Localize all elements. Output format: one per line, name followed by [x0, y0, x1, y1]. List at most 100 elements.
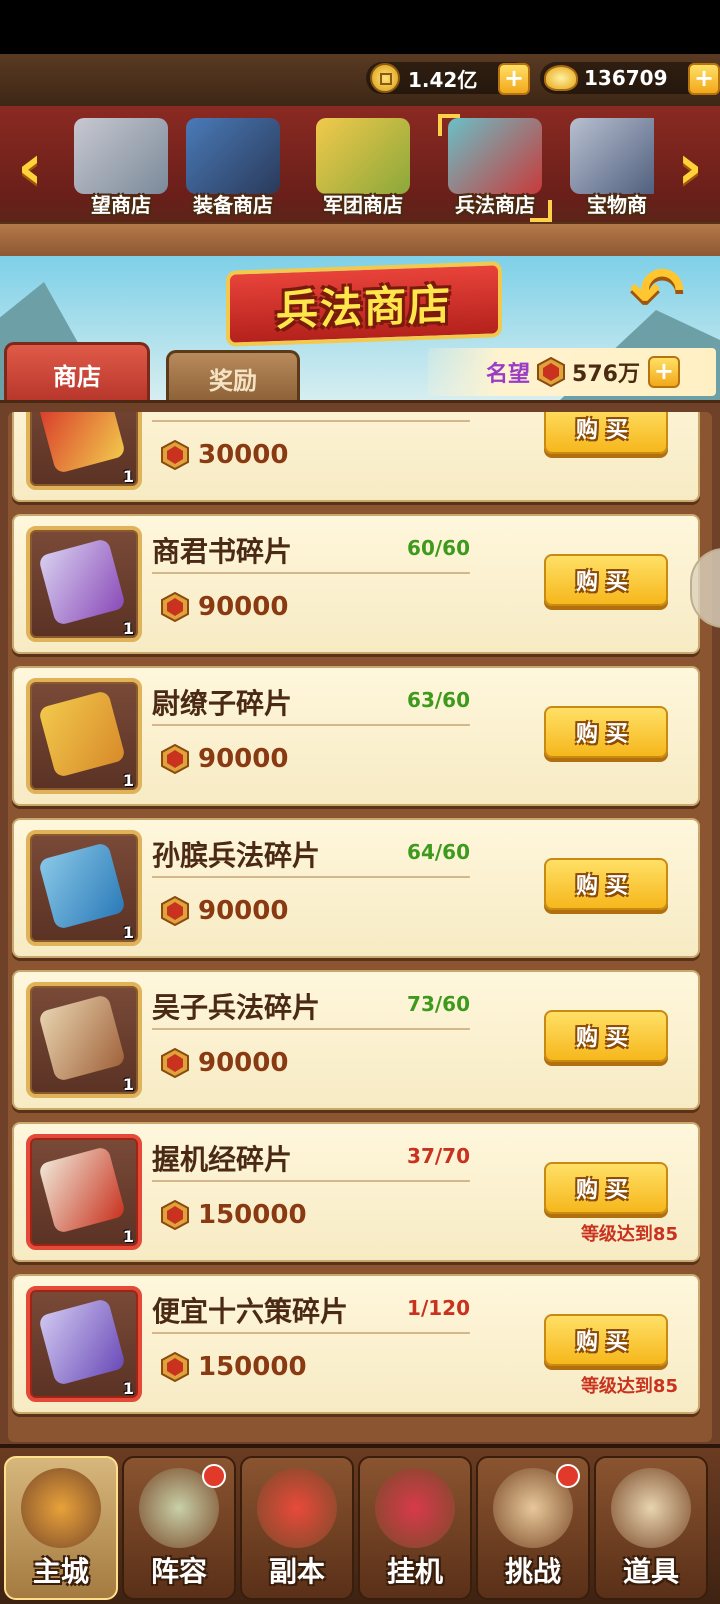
list-item: 1 吴子兵法碎片 73/60 90000 购买: [12, 970, 700, 1110]
item-icon[interactable]: 1: [26, 1134, 142, 1250]
item-quantity: 1: [122, 771, 134, 790]
shop-tab-label: 兵法商店: [455, 193, 535, 217]
notification-badge: [202, 1464, 226, 1488]
fame-star-icon: [161, 1352, 189, 1382]
buy-button[interactable]: 购买: [544, 706, 668, 758]
divider: [152, 724, 470, 726]
item-price: 150000: [198, 1200, 307, 1230]
scroll-icon: [37, 537, 127, 627]
item-price: 90000: [198, 896, 289, 926]
nav-items[interactable]: 道具: [594, 1456, 708, 1600]
shop-tab-label: 宝物商: [587, 193, 647, 217]
shop-tab-treasure[interactable]: 宝物商: [560, 114, 654, 222]
buy-button[interactable]: 购买: [544, 554, 668, 606]
scroll-icon: [37, 1145, 127, 1235]
buy-button[interactable]: 购买: [544, 412, 668, 454]
divider: [152, 876, 470, 878]
nav-idle[interactable]: 挂机: [358, 1456, 472, 1600]
list-item: 1 尉缭子碎片 63/60 90000 购买: [12, 666, 700, 806]
shop-tab-fame[interactable]: 望商店: [64, 114, 178, 222]
back-arrow-icon[interactable]: ↶: [618, 259, 696, 326]
nav-label: 道具: [622, 1555, 679, 1588]
item-stock-count: 37/70: [407, 1144, 470, 1168]
shop-tab-equipment[interactable]: 装备商店: [176, 114, 290, 222]
fame-star-icon: [161, 896, 189, 926]
item-icon[interactable]: 1: [26, 1286, 142, 1402]
scroll-bag-icon: [611, 1468, 691, 1548]
palace-icon: [21, 1468, 101, 1548]
item-price: 30000: [198, 440, 289, 470]
list-item: 1 便宜十六策碎片 1/120 150000 购买 等级达到85: [12, 1274, 700, 1414]
item-price: 90000: [198, 592, 289, 622]
item-stock-count: 63/60: [407, 688, 470, 712]
nav-challenge[interactable]: 挑战: [476, 1456, 590, 1600]
nav-label: 主城: [32, 1555, 89, 1588]
fame-value: 576万: [572, 362, 640, 387]
fame-star-icon: [161, 592, 189, 622]
nav-label: 挂机: [386, 1555, 443, 1588]
fame-star-icon: [161, 1048, 189, 1078]
item-stock-count: 64/60: [407, 840, 470, 864]
item-icon[interactable]: 1: [26, 678, 142, 794]
item-list[interactable]: 1 30000 购买 1 商君书碎片 60/60 90000 购买 1 尉缭子碎片 63/60 900…: [8, 412, 712, 1442]
item-price: 90000: [198, 1048, 289, 1078]
buy-button[interactable]: 购买: [544, 1010, 668, 1062]
item-stock-count: 60/60: [407, 536, 470, 560]
tab-reward[interactable]: 奖励: [166, 350, 300, 403]
item-stock-count: 73/60: [407, 992, 470, 1016]
item-price: 90000: [198, 744, 289, 774]
item-quantity: 1: [122, 923, 134, 942]
item-quantity: 1: [122, 1227, 134, 1246]
shop-tab-legion[interactable]: 军团商店: [306, 114, 420, 222]
fame-star-icon: [161, 440, 189, 470]
shop-tab-label: 军团商店: [323, 193, 403, 217]
item-quantity: 1: [122, 619, 134, 638]
treasure-box-icon: [570, 118, 654, 194]
divider: [152, 1332, 470, 1334]
item-quantity: 1: [122, 1075, 134, 1094]
nav-main-city[interactable]: 主城: [4, 1456, 118, 1600]
notification-badge: [556, 1464, 580, 1488]
add-fame-button[interactable]: +: [647, 356, 680, 388]
fame-shop-icon: [74, 118, 168, 194]
fame-star-icon: [161, 744, 189, 774]
divider: [152, 572, 470, 574]
add-gold-button[interactable]: +: [688, 63, 720, 95]
fame-star-icon: [537, 357, 566, 387]
buy-button[interactable]: 购买: [544, 1162, 668, 1214]
item-stock-count: 1/120: [407, 1296, 470, 1320]
nav-label: 挑战: [504, 1555, 561, 1588]
page-title-banner: 兵法商店: [226, 261, 502, 347]
tab-shop[interactable]: 商店: [4, 342, 150, 403]
shop-tab-strategy[interactable]: 兵法商店: [438, 114, 552, 222]
item-icon[interactable]: 1: [26, 830, 142, 946]
scroll-icon: [37, 1297, 127, 1387]
item-name: 便宜十六策碎片: [152, 1295, 349, 1328]
item-icon[interactable]: 1: [26, 982, 142, 1098]
item-icon[interactable]: 1: [26, 526, 142, 642]
buy-button[interactable]: 购买: [544, 1314, 668, 1366]
item-icon[interactable]: 1: [26, 412, 142, 490]
coin-amount: 1.42亿: [408, 67, 478, 92]
divider: [152, 1180, 470, 1182]
tab-strip-floor: [0, 222, 720, 258]
gift-bag-icon: [375, 1468, 455, 1548]
scroll-icon: [37, 412, 127, 475]
nav-dungeon[interactable]: 副本: [240, 1456, 354, 1600]
level-requirement: 等级达到85: [580, 1376, 678, 1397]
nav-lineup[interactable]: 阵容: [122, 1456, 236, 1600]
item-name: 尉缭子碎片: [152, 687, 293, 720]
gold-balance: 136709: [540, 62, 704, 94]
fame-label: 名望: [486, 362, 531, 387]
scroll-left-arrow-icon[interactable]: ‹: [6, 136, 54, 200]
shop-tab-label: 装备商店: [193, 193, 273, 217]
add-coins-button[interactable]: +: [498, 63, 530, 95]
strategy-shop-icon: [448, 118, 542, 194]
divider: [152, 420, 470, 422]
page-title: 兵法商店: [275, 279, 452, 335]
buy-button[interactable]: 购买: [544, 858, 668, 910]
item-name: 商君书碎片: [152, 535, 293, 568]
status-bar: [0, 0, 720, 54]
scroll-right-arrow-icon[interactable]: ›: [666, 136, 714, 200]
divider: [152, 1028, 470, 1030]
